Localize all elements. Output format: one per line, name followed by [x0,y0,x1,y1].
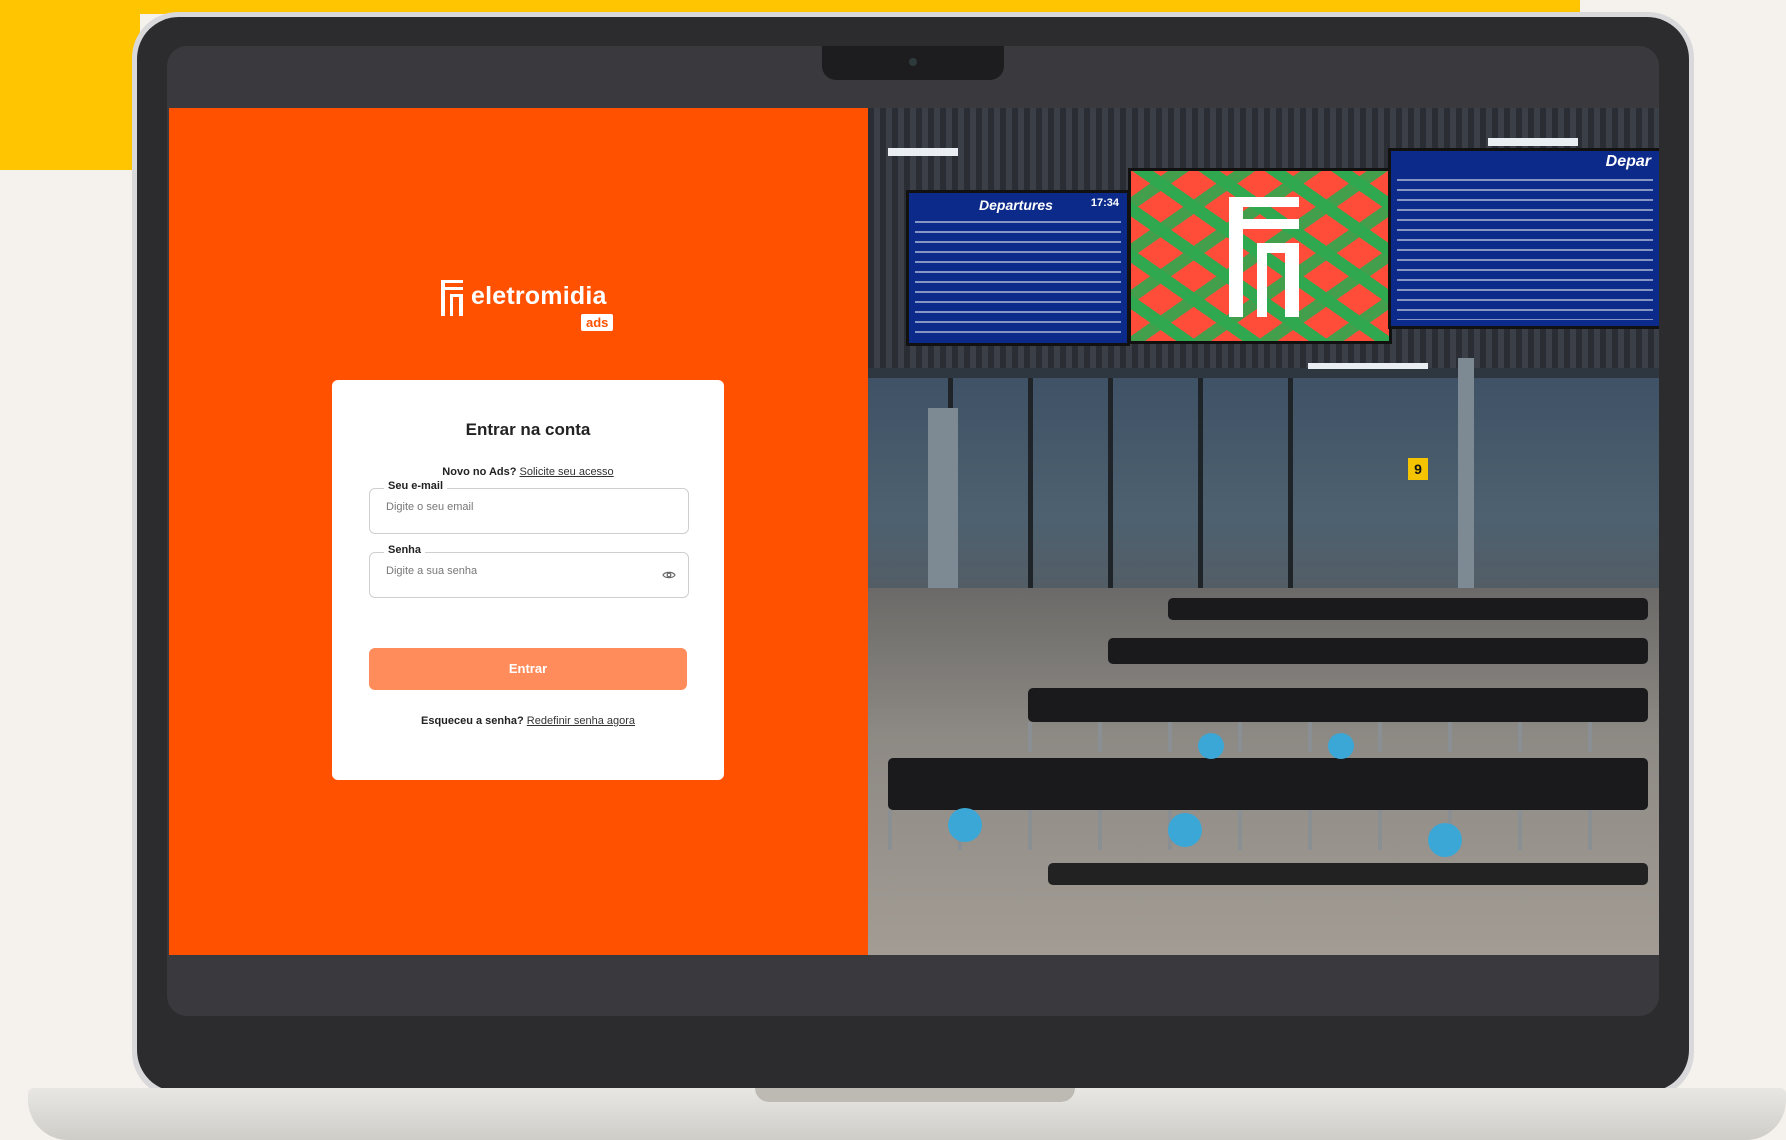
gate-sign: 9 [1408,458,1428,480]
submit-button[interactable]: Entrar [369,648,687,690]
floor-sticker [1428,823,1462,857]
eletromidia-logo-icon [1229,197,1299,317]
ceiling-light [1488,138,1578,146]
signup-prompt-text: Novo no Ads? [442,466,517,478]
forgot-prompt: Esqueceu a senha? [420,715,524,727]
login-card: Entrar na conta Novo no Ads? Solicite se… [332,380,724,780]
reset-password-link[interactable]: Redefinir senha agora [527,715,635,727]
brand-logo: eletromidia ads [441,278,631,338]
signup-prompt: Novo no Ads? Solicite seu acesso [332,466,724,478]
board-rows [1397,179,1653,320]
board-title-right: Depar [1605,153,1651,170]
seat-row [1028,688,1648,722]
departures-board-right: Depar [1388,148,1659,329]
ceiling-light [1308,363,1428,369]
advertising-screen [1128,168,1392,344]
column [1458,358,1474,598]
floor-sticker [1198,733,1224,759]
ceiling-light [888,148,958,156]
brand-wordmark: eletromidia [471,282,607,310]
airport-photo: Departures 17:34 Depar 9 [868,108,1659,955]
window-mullion [1028,378,1033,608]
laptop-base-groove [755,1088,1075,1102]
seat-row [888,758,1648,810]
login-title: Entrar na conta [465,420,591,439]
seat-legs [888,810,1648,850]
window-mullion [1288,378,1293,608]
camera-icon [909,58,917,66]
password-field[interactable]: Senha [369,544,689,598]
background-accent-left [0,0,140,170]
brand-badge: ads [581,314,614,331]
window-mullion [1108,378,1113,608]
departures-board-left: Departures 17:34 [906,190,1130,346]
board-time: 17:34 [1090,197,1119,209]
email-field[interactable]: Seu e-mail [369,480,689,534]
terminal-windows [868,378,1659,608]
request-access-link[interactable]: Solicite seu acesso [520,466,614,478]
eye-icon[interactable] [662,568,676,582]
seat-row [1048,863,1648,885]
forgot-password: Esqueceu a senha? Redefinir senha agora [332,715,724,727]
window-mullion [1198,378,1203,608]
seat-row [1108,638,1648,664]
floor-sticker [1168,813,1202,847]
column [928,408,958,618]
board-title-left: Departures [979,197,1053,213]
board-rows [915,221,1121,337]
password-input[interactable] [386,565,656,577]
email-input[interactable] [386,501,656,513]
seat-row [1168,598,1648,620]
laptop-screen: eletromidia ads Entrar na conta Novo no … [169,108,1659,955]
password-label: Senha [384,544,426,556]
floor-sticker [1328,733,1354,759]
floor-sticker [948,808,982,842]
email-label: Seu e-mail [384,480,448,492]
eletromidia-logo-icon [441,280,463,316]
login-pane: eletromidia ads Entrar na conta Novo no … [169,108,868,955]
